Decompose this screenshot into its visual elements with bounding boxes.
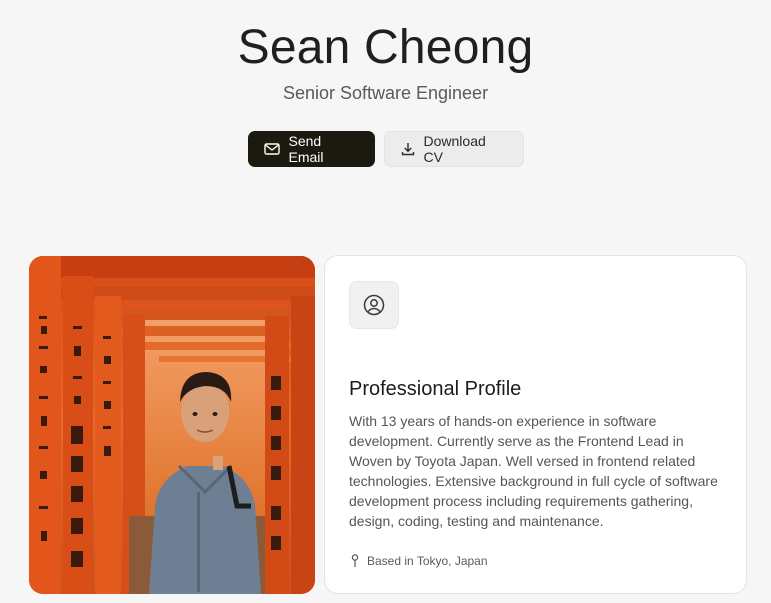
map-pin-icon bbox=[351, 554, 359, 567]
location: Based in Tokyo, Japan bbox=[351, 554, 488, 568]
mail-icon bbox=[263, 143, 280, 155]
download-icon bbox=[401, 143, 414, 156]
torii-gates-photo bbox=[29, 256, 315, 594]
location-text: Based in Tokyo, Japan bbox=[367, 554, 488, 568]
send-email-label: Send Email bbox=[288, 133, 324, 165]
action-buttons: Send Email Download CV bbox=[0, 131, 771, 167]
user-circle-icon bbox=[363, 294, 385, 316]
download-cv-label: Download CV bbox=[423, 133, 486, 165]
send-email-button[interactable]: Send Email bbox=[247, 131, 375, 167]
profile-icon-box bbox=[349, 281, 399, 329]
profile-description: With 13 years of hands-on experience in … bbox=[349, 413, 718, 529]
hero-title: Senior Software Engineer bbox=[282, 83, 489, 103]
profile-card: Professional Profile With 13 years of ha… bbox=[324, 255, 747, 594]
download-cv-button[interactable]: Download CV bbox=[383, 131, 524, 167]
profile-heading: Professional Profile bbox=[349, 378, 522, 400]
hero-name: Sean Cheong bbox=[237, 21, 534, 74]
portrait-photo bbox=[29, 256, 315, 594]
